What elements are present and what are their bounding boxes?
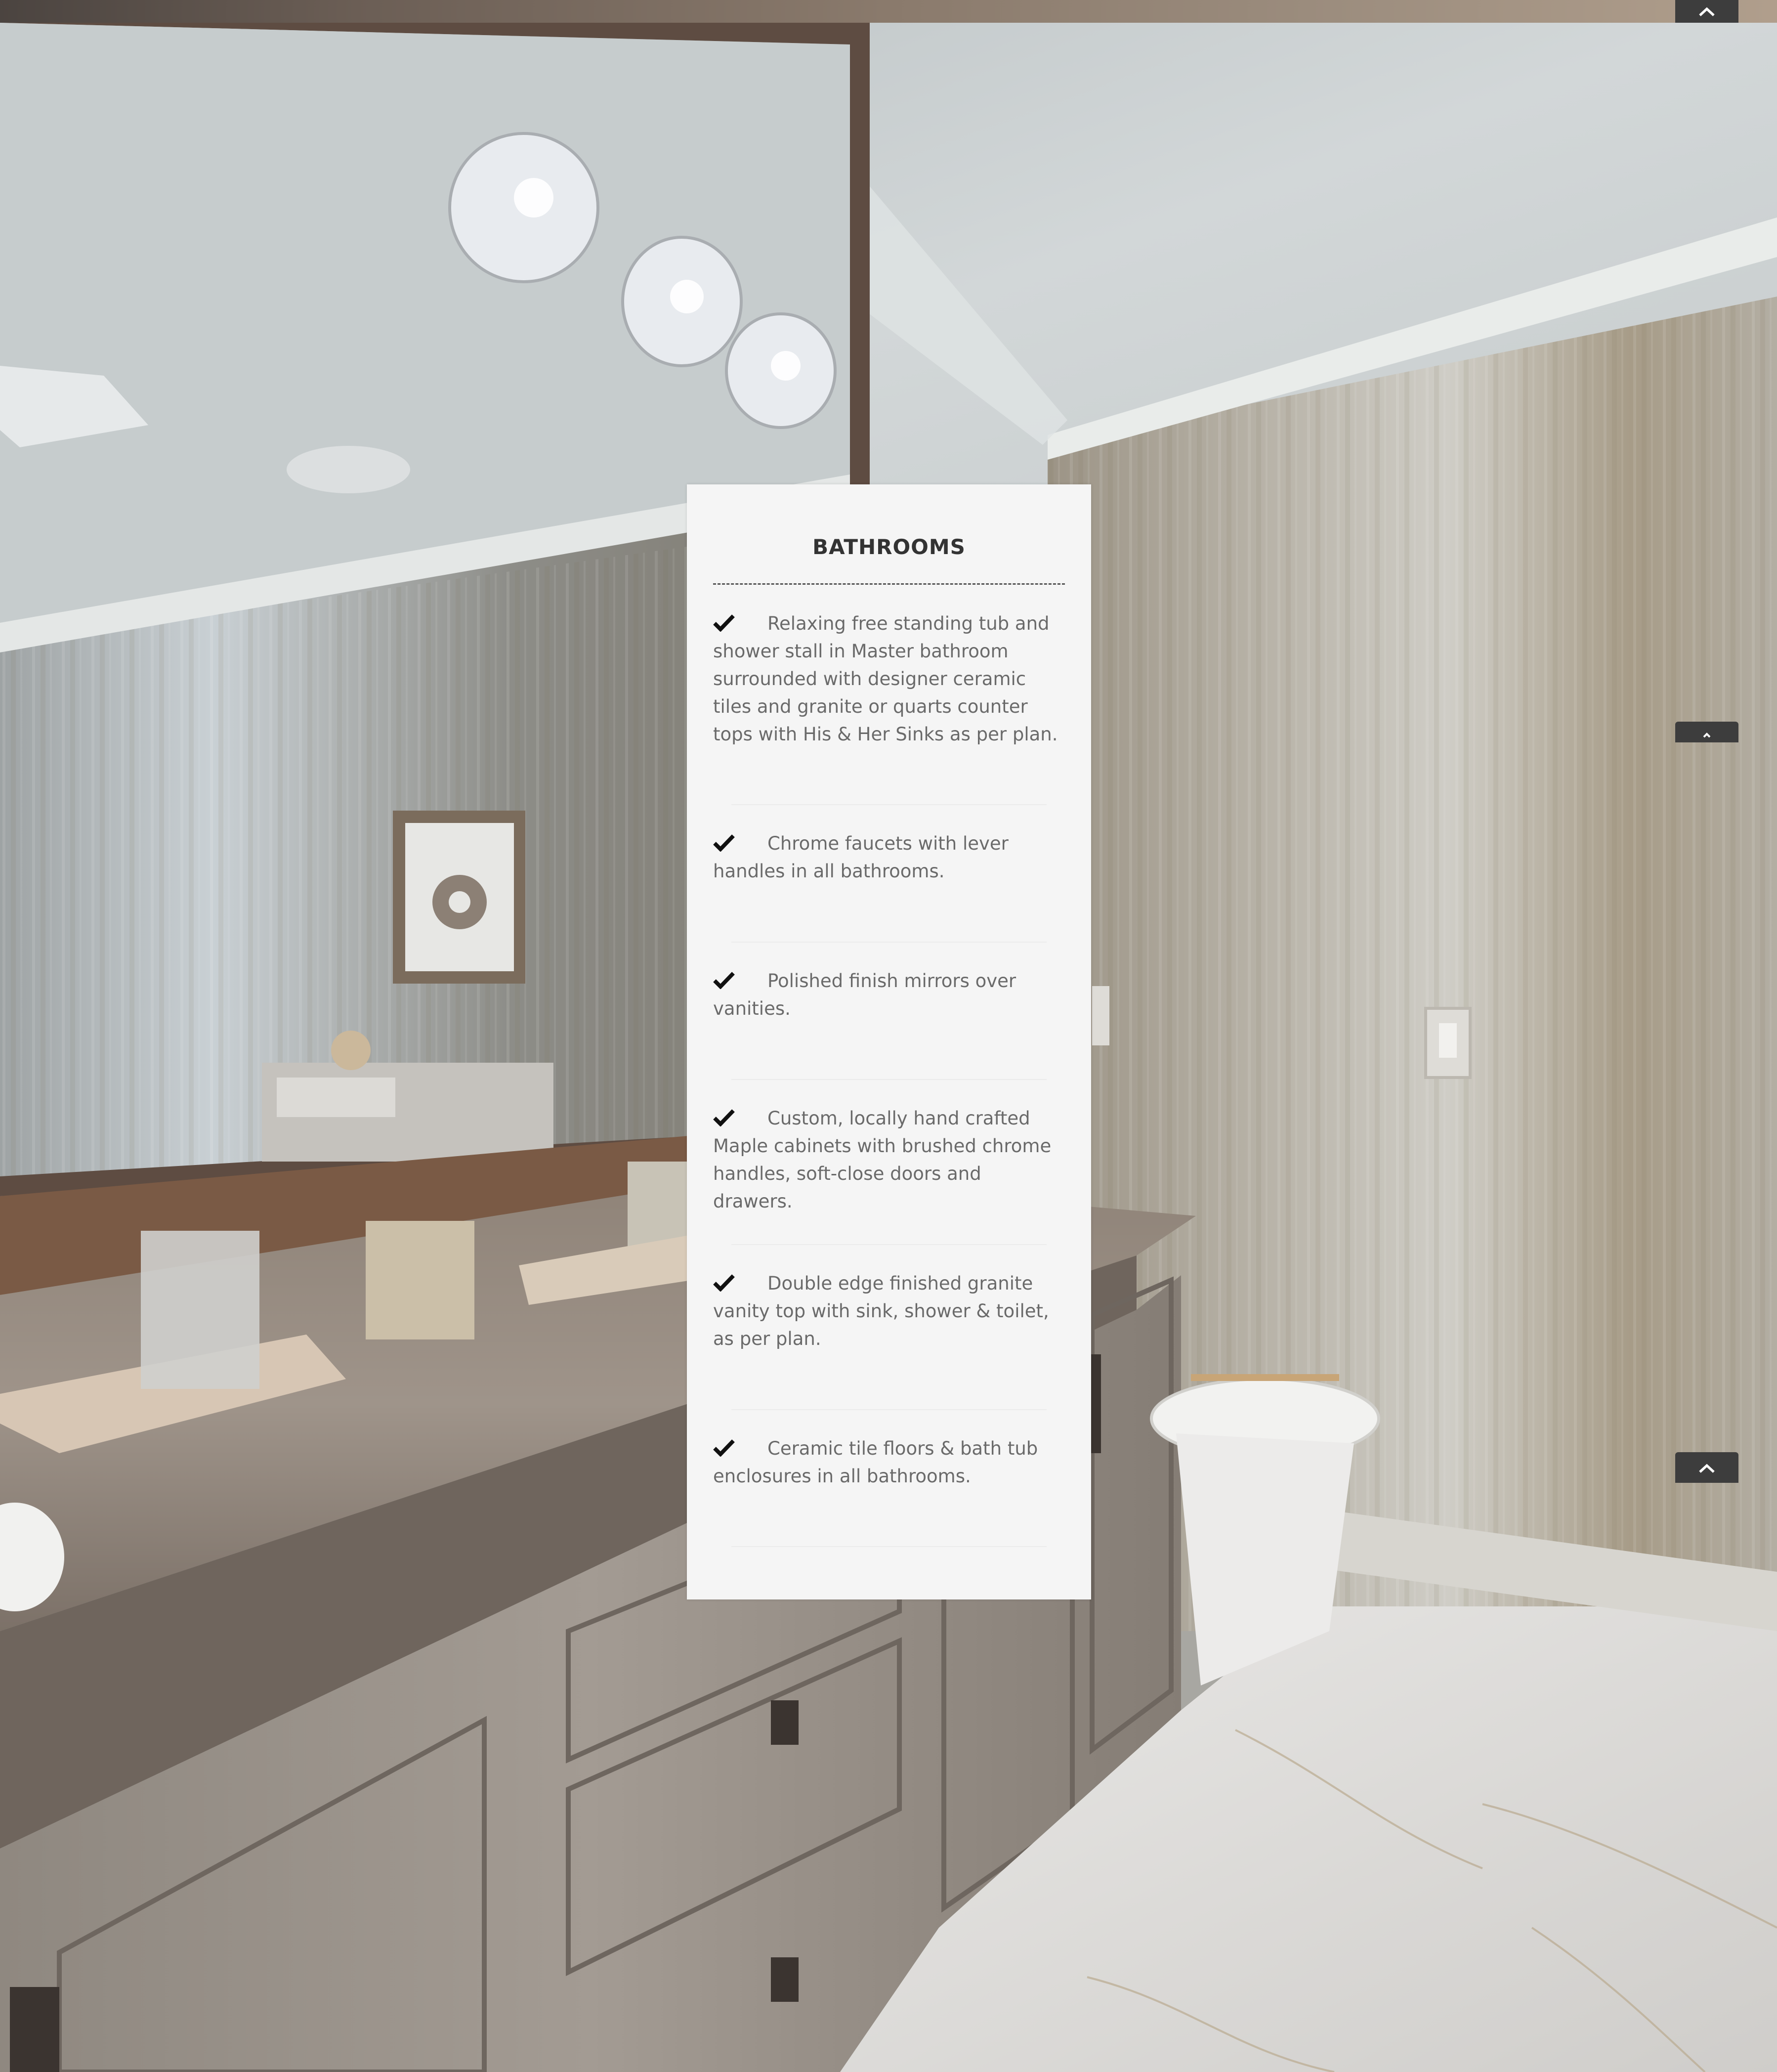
chevron-up-icon bbox=[1697, 726, 1717, 738]
item-divider bbox=[731, 804, 1047, 805]
section-title: BATHROOMS bbox=[812, 535, 966, 559]
item-divider bbox=[731, 1079, 1047, 1080]
title-divider bbox=[713, 583, 1065, 585]
feature-item: Relaxing free standing tub and shower st… bbox=[713, 610, 1065, 748]
check-icon bbox=[713, 610, 767, 632]
scroll-to-top-button[interactable] bbox=[1675, 722, 1738, 742]
feature-item: Custom, locally hand crafted Maple cabin… bbox=[713, 1105, 1065, 1215]
chevron-up-icon bbox=[1697, 1460, 1717, 1475]
check-icon bbox=[713, 1270, 767, 1292]
check-icon bbox=[713, 830, 767, 852]
item-divider bbox=[731, 1546, 1047, 1547]
feature-item: Polished finish mirrors over vanities. bbox=[713, 967, 1065, 1023]
item-divider bbox=[731, 1409, 1047, 1410]
feature-item: Chrome faucets with lever handles in all… bbox=[713, 830, 1065, 885]
chevron-up-icon bbox=[1697, 5, 1717, 17]
feature-item: Ceramic tile floors & bath tub enclosure… bbox=[713, 1435, 1065, 1490]
feature-text: Relaxing free standing tub and shower st… bbox=[713, 613, 1058, 745]
scroll-to-top-button[interactable] bbox=[1675, 0, 1738, 23]
item-divider bbox=[731, 1244, 1047, 1245]
check-icon bbox=[713, 1105, 767, 1126]
feature-item: Double edge finished granite vanity top … bbox=[713, 1270, 1065, 1353]
check-icon bbox=[713, 967, 767, 989]
check-icon bbox=[713, 1435, 767, 1457]
top-photo-strip bbox=[0, 0, 1777, 23]
item-divider bbox=[731, 942, 1047, 943]
scroll-to-top-button[interactable] bbox=[1675, 1452, 1738, 1483]
features-card: BATHROOMS Relaxing free standing tub and… bbox=[687, 484, 1091, 1599]
